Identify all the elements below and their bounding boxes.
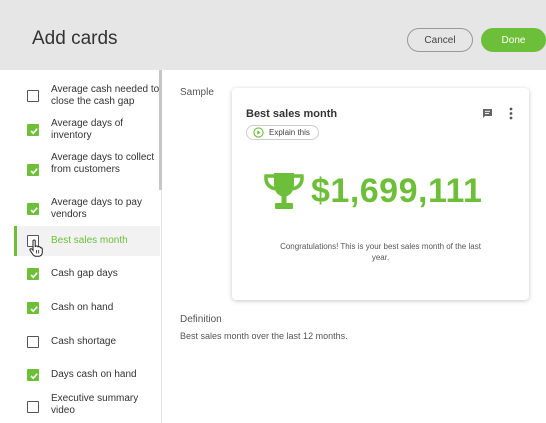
card-list-item[interactable]: Average cash needed to close the cash ga… <box>14 82 160 110</box>
card-list-item-label: Average cash needed to close the cash ga… <box>51 84 160 107</box>
card-list-item[interactable]: Average days to pay vendors <box>14 195 160 223</box>
card-list-item-label: Average days to collect from customers <box>51 152 155 175</box>
card-title: Best sales month <box>246 108 338 120</box>
checkbox-checked[interactable] <box>27 203 39 215</box>
checkbox-checked[interactable] <box>27 302 39 314</box>
play-circle-icon <box>253 127 264 138</box>
sample-heading: Sample <box>180 87 214 98</box>
hand-pointer-cursor-icon <box>29 239 43 257</box>
checkbox-checked[interactable] <box>27 369 39 381</box>
card-list-item-label: Cash on hand <box>51 302 114 313</box>
card-list-item-label: Best sales month <box>51 235 128 246</box>
kebab-menu-icon[interactable] <box>509 107 513 120</box>
checkbox-unchecked[interactable] <box>27 90 39 102</box>
done-button[interactable]: Done <box>481 28 546 52</box>
card-list-item[interactable]: Days cash on hand <box>14 365 160 387</box>
card-list-item-label: Cash gap days <box>51 268 118 279</box>
card-list-item[interactable]: Cash shortage <box>14 332 160 354</box>
card-list-item-label: Executive summary video <box>51 393 139 416</box>
cancel-button[interactable]: Cancel <box>407 28 473 52</box>
card-message: Congratulations! This is your best sales… <box>280 242 481 262</box>
checkbox-checked[interactable] <box>27 164 39 176</box>
card-list-item[interactable]: Cash on hand <box>14 298 160 320</box>
card-list-item-label: Days cash on hand <box>51 369 137 380</box>
dialog-title: Add cards <box>32 28 118 49</box>
comment-icon[interactable] <box>482 108 493 119</box>
checkbox-unchecked[interactable] <box>27 336 39 348</box>
card-list-item-label: Average days of inventory <box>51 118 124 141</box>
checkbox-checked[interactable] <box>27 124 39 136</box>
sample-card: Best sales month Explain this $1,699,111… <box>232 88 529 300</box>
amount-value: $1,699,111 <box>311 171 483 210</box>
explain-this-label: Explain this <box>269 128 310 137</box>
card-list-item-label: Cash shortage <box>51 336 117 347</box>
definition-heading: Definition <box>180 314 222 325</box>
card-list-item-label: Average days to pay vendors <box>51 197 142 220</box>
explain-this-button[interactable]: Explain this <box>246 125 319 140</box>
card-list-item[interactable]: Average days of inventory <box>14 116 160 144</box>
dialog-header: Add cards Cancel Done <box>0 0 546 70</box>
checkbox-unchecked[interactable] <box>27 401 39 413</box>
card-list-sidebar: Average cash needed to close the cash ga… <box>0 70 162 423</box>
trophy-icon <box>264 173 304 209</box>
sidebar-scrollbar[interactable] <box>159 70 162 190</box>
definition-text: Best sales month over the last 12 months… <box>180 331 348 341</box>
card-list-item[interactable]: Executive summary video <box>14 391 160 421</box>
card-list-item[interactable]: Average days to collect from customers <box>14 150 160 190</box>
checkbox-checked[interactable] <box>27 268 39 280</box>
card-list-item[interactable]: Cash gap days <box>14 264 160 286</box>
amount-display: $1,699,111 <box>262 168 502 214</box>
